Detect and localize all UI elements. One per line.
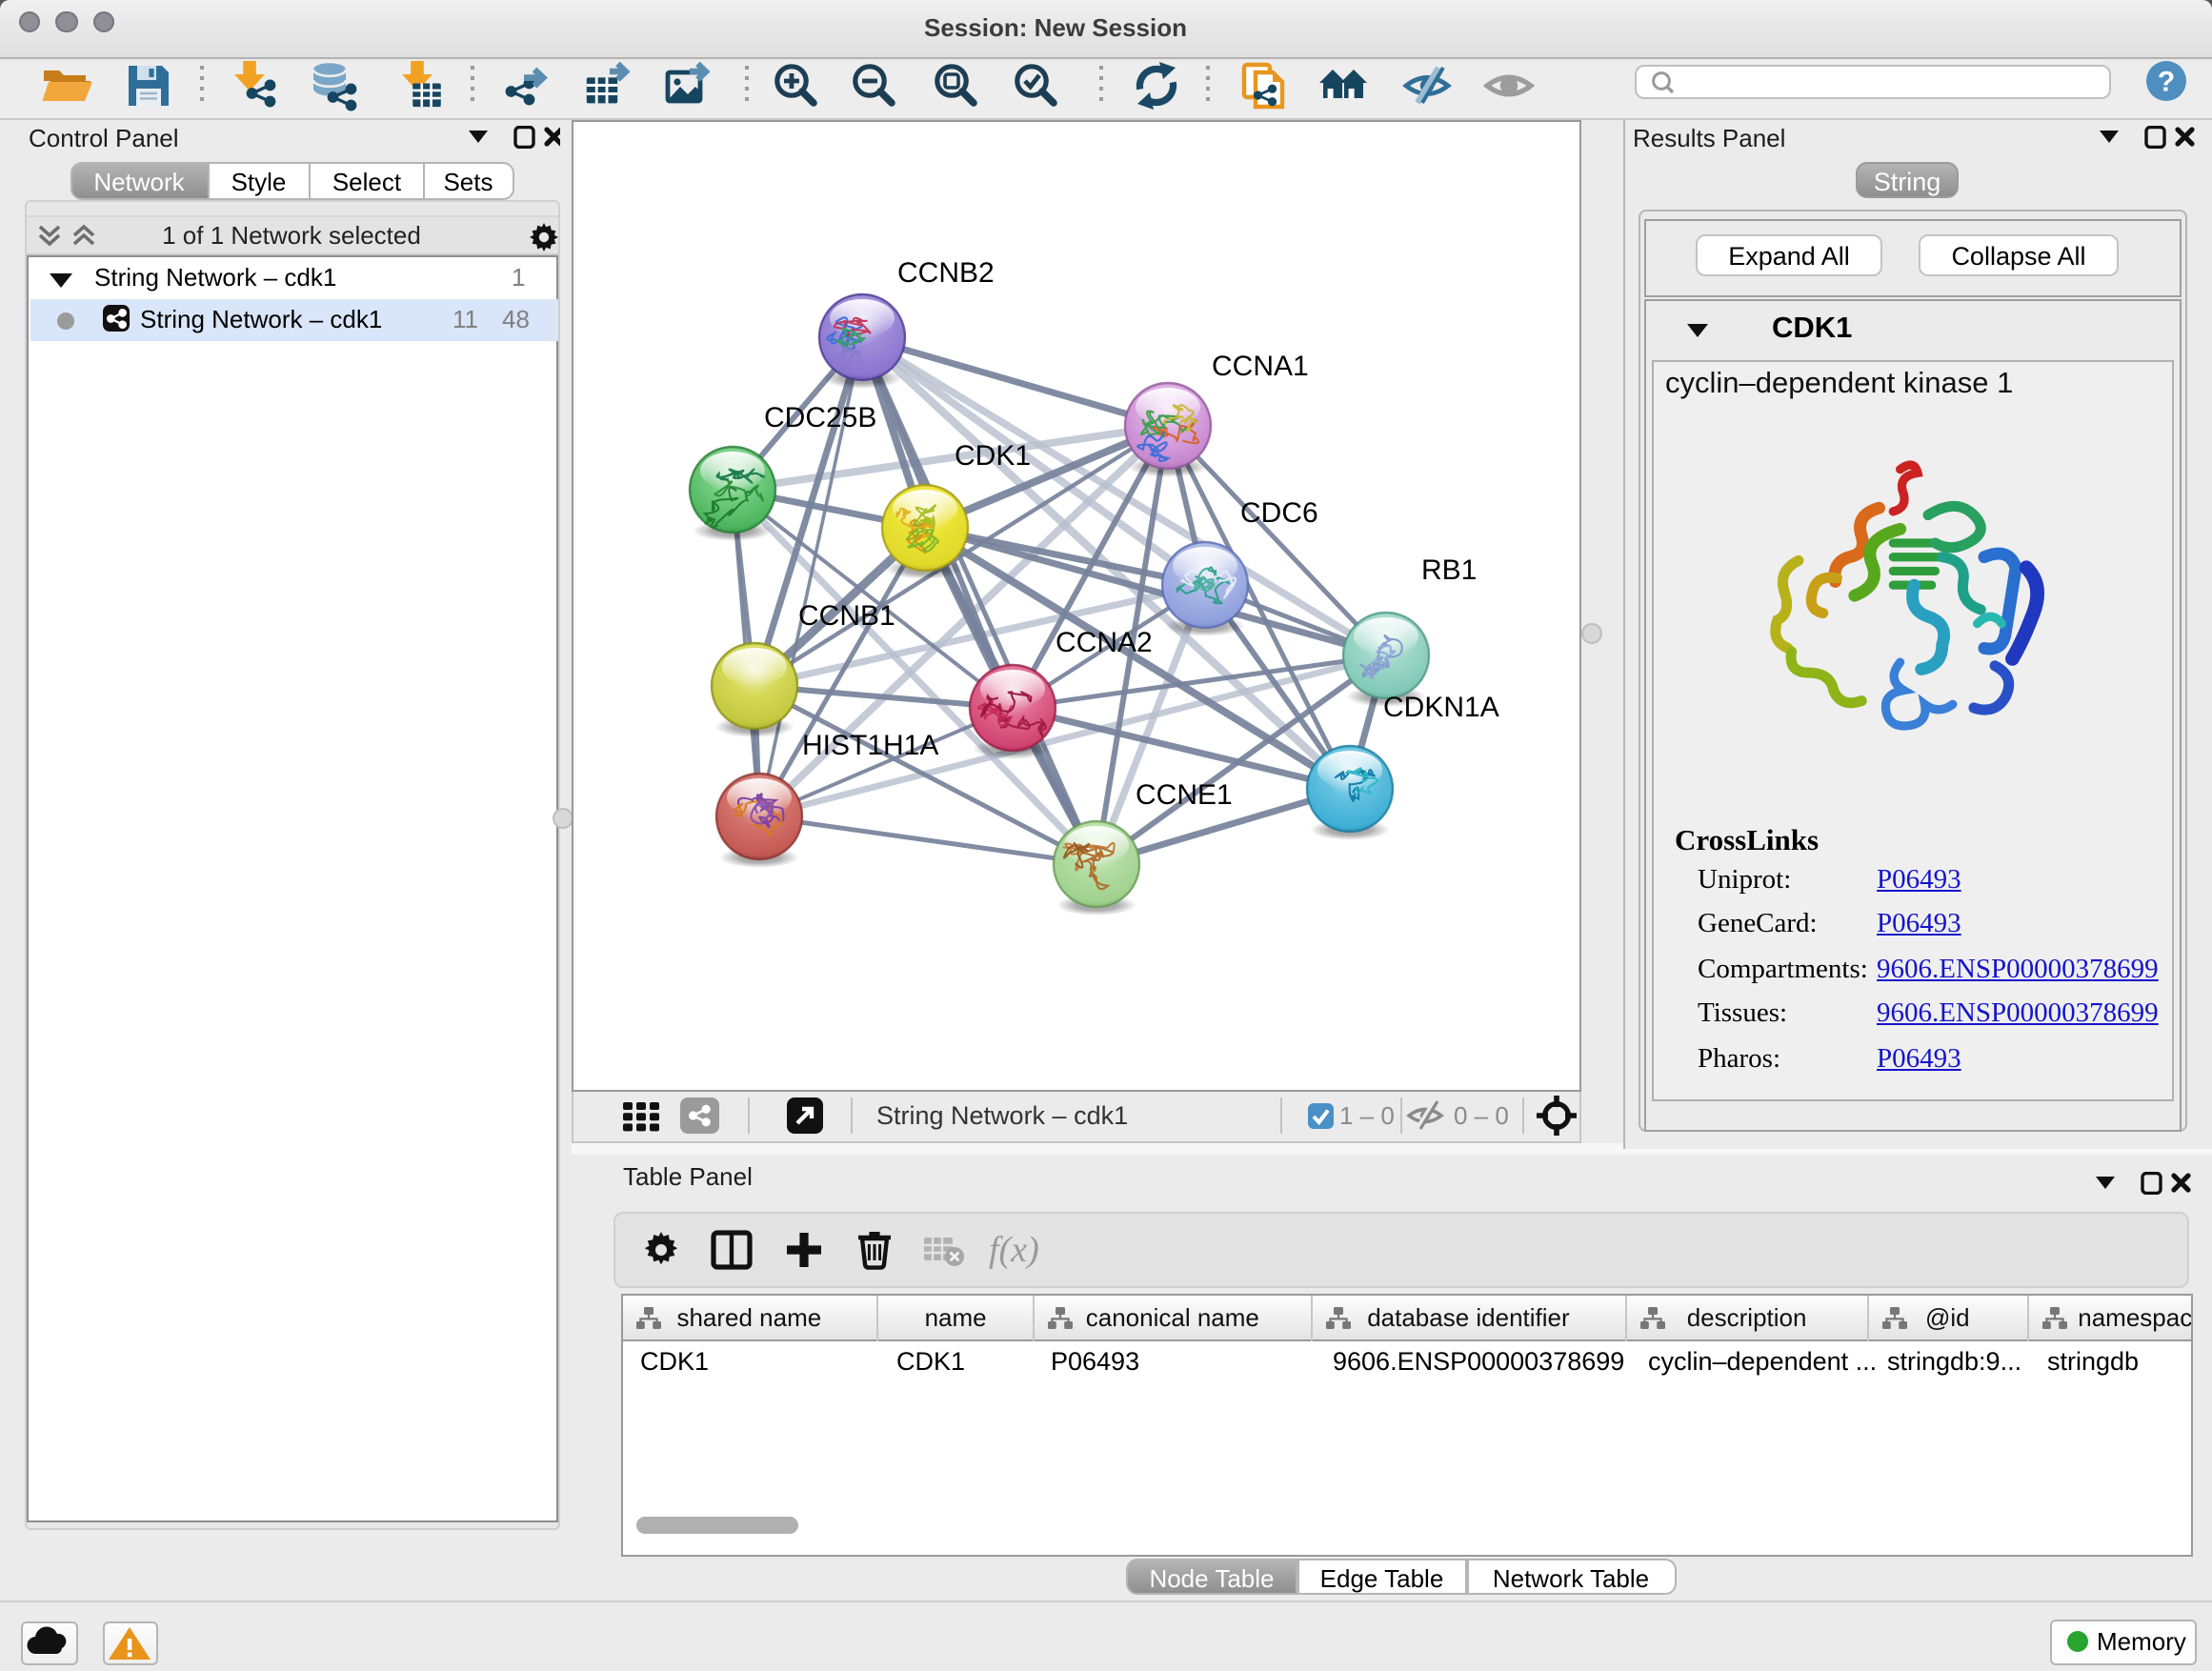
svg-text:CCNA1: CCNA1 bbox=[1212, 351, 1309, 382]
svg-text:CCNB2: CCNB2 bbox=[897, 257, 995, 289]
svg-text:CDK1: CDK1 bbox=[955, 440, 1031, 472]
svg-text:CCNB1: CCNB1 bbox=[798, 600, 895, 632]
svg-text:?: ? bbox=[2158, 66, 2175, 97]
svg-text:RB1: RB1 bbox=[1421, 554, 1477, 586]
svg-text:HIST1H1A: HIST1H1A bbox=[802, 730, 938, 761]
svg-text:CCNE1: CCNE1 bbox=[1136, 779, 1233, 811]
svg-text:f(x): f(x) bbox=[988, 1229, 1038, 1269]
svg-text:CDC25B: CDC25B bbox=[764, 402, 876, 433]
svg-text:CDC6: CDC6 bbox=[1240, 497, 1318, 529]
svg-text:CDKN1A: CDKN1A bbox=[1383, 692, 1499, 723]
svg-text:CCNA2: CCNA2 bbox=[1056, 627, 1153, 658]
